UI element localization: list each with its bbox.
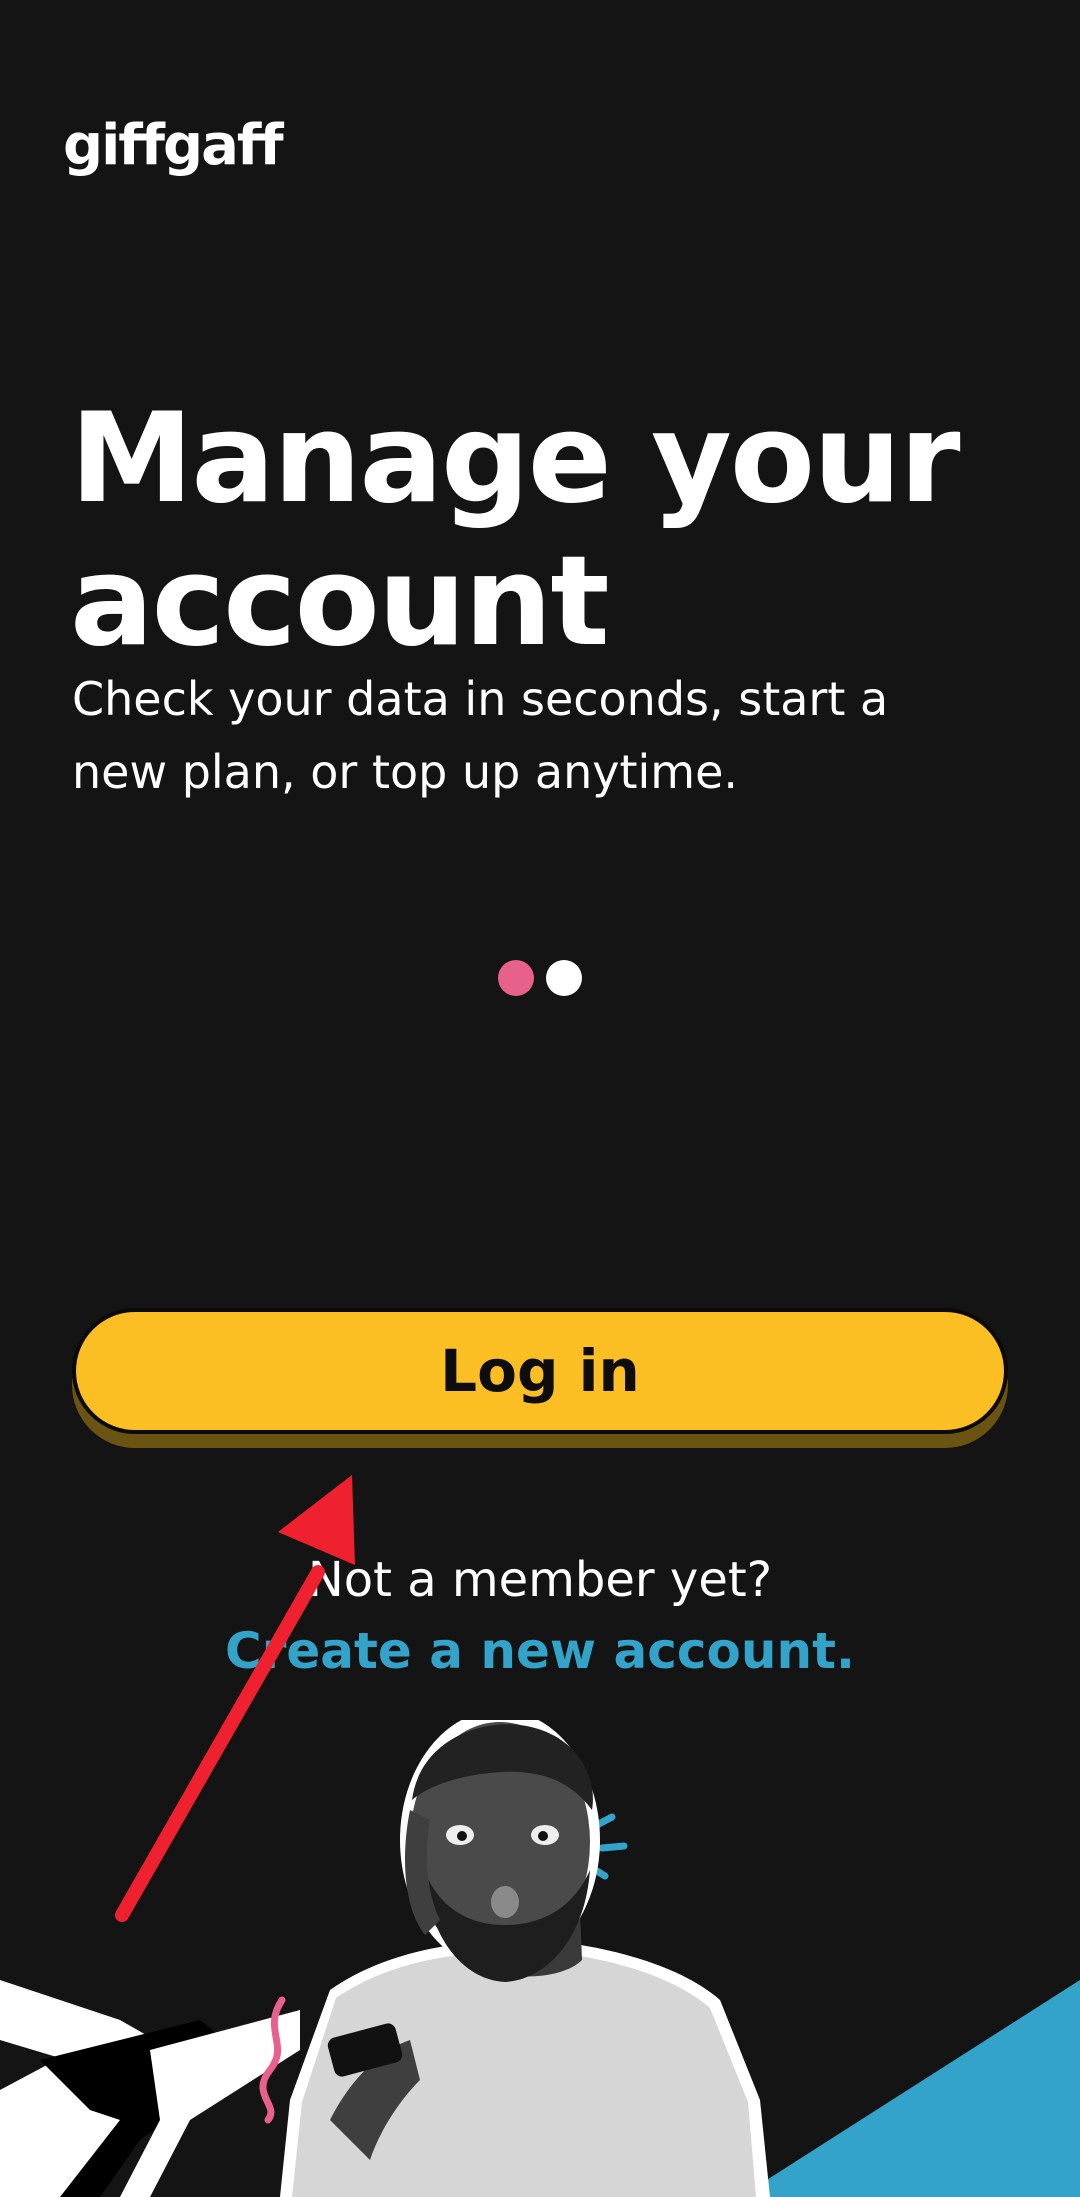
blue-triangle-decoration [740,1980,1080,2197]
carousel-dot-active[interactable] [498,960,534,996]
headline-line-1: Manage your [70,387,961,531]
login-button-container: Log in [72,1308,1008,1448]
carousel-indicator [498,960,582,996]
create-account-link[interactable]: Create a new account. [0,1622,1080,1680]
subtitle-line-1: Check your data in seconds, start a [72,672,889,726]
giffgaff-logo: giffgaff [63,113,284,178]
surprised-man-with-phone-illustration [0,1720,1080,2197]
not-member-text: Not a member yet? [307,1552,773,1608]
page-title: Manage your account [70,388,1030,674]
zigzag-stripes-decoration [0,1980,300,2197]
carousel-dot-inactive[interactable] [546,960,582,996]
subtitle: Check your data in seconds, start a new … [72,663,972,809]
headline-line-2: account [70,530,610,674]
subtitle-line-2: new plan, or top up anytime. [72,745,739,799]
login-button[interactable]: Log in [72,1308,1008,1434]
person-figure [280,1720,770,2197]
